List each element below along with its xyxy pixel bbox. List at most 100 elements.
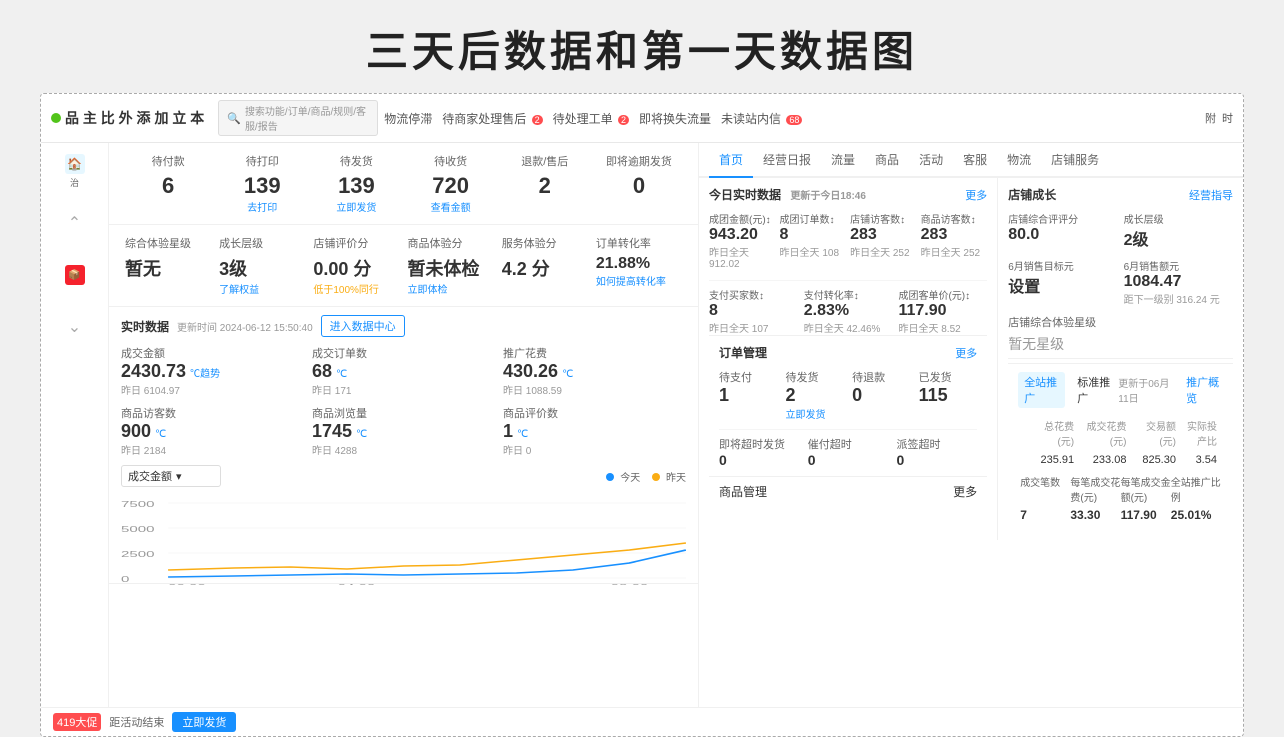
- m-prev: 昨日 6104.97: [121, 382, 304, 397]
- order-mgmt: 订单管理 更多 待支付 1 待发货 2 立即发货: [709, 335, 987, 476]
- dg-value: 8: [780, 226, 847, 244]
- th-roi: 实际投产比: [1182, 416, 1221, 450]
- m-link[interactable]: ℃: [562, 369, 573, 380]
- promo-overview-link[interactable]: 推广概览: [1186, 374, 1223, 406]
- today-data-section: 今日实时数据 更新于今日18:46 更多: [709, 186, 987, 203]
- m-link[interactable]: ℃趋势: [190, 365, 220, 380]
- stat-daish: 待收货 720 查看金额: [404, 153, 498, 214]
- chart-legend: 今天 昨天: [606, 469, 686, 484]
- stat-link[interactable]: 查看金额: [404, 199, 498, 214]
- m-link[interactable]: ℃: [155, 429, 166, 440]
- chart-left: 成交金额 ▾ 今天 昨天: [121, 465, 686, 575]
- th-trade-amount: 交易额(元): [1132, 416, 1180, 450]
- dg-prev: 昨日全天 252: [921, 244, 988, 259]
- promo-tab-standard[interactable]: 标准推广: [1071, 372, 1118, 408]
- tab-product[interactable]: 商品: [865, 143, 909, 178]
- main-content: 🏠 治 ⌃ 📦 ⌄ 待付款 6: [41, 143, 1243, 707]
- promo-meta: 更新于06月11日 推广概览: [1118, 374, 1223, 406]
- chart-dropdown[interactable]: 成交金额 ▾: [121, 465, 221, 487]
- stat-tkyh: 退款/售后 2: [498, 153, 592, 214]
- stat-link[interactable]: 立即发货: [309, 199, 403, 214]
- td-values: 7 33.30 117.90 25.01%: [1020, 508, 1221, 522]
- nav-right-item2[interactable]: 时: [1222, 110, 1233, 126]
- star-label: 店铺综合体验星级: [1008, 314, 1233, 330]
- svg-text:7500: 7500: [121, 500, 155, 509]
- tab-service[interactable]: 客服: [953, 143, 997, 178]
- r-value: 4.2 分: [502, 255, 588, 281]
- dg-value: 8: [709, 302, 798, 320]
- page-title-area: 三天后数据和第一天数据图: [0, 0, 1284, 93]
- nav-item-label: 未读站内信: [721, 112, 781, 126]
- r-sub[interactable]: 如何提高转化率: [596, 273, 682, 288]
- og-value: 0: [852, 385, 911, 406]
- metric-promo: 推广花费 430.26 ℃ 昨日 1088.59: [503, 345, 686, 397]
- badge-message: 68: [786, 115, 802, 125]
- tab-flow[interactable]: 流量: [821, 143, 865, 178]
- nav-item-logistics[interactable]: 物流停滞: [384, 110, 432, 127]
- bottom-bar: 419大促 距活动结束 立即发货: [41, 707, 1243, 736]
- th-trade-cost: 成交花费(元): [1080, 416, 1130, 450]
- sg-item-level: 成长层级 2级: [1124, 211, 1233, 250]
- promo-tab-all[interactable]: 全站推广: [1018, 372, 1065, 408]
- stat-daifh: 待发货 139 立即发货: [309, 153, 403, 214]
- sidebar-icon-arrow[interactable]: ⌃: [55, 203, 95, 243]
- order-more-link[interactable]: 更多: [955, 345, 977, 361]
- metric-reviews: 商品评价数 1 ℃ 昨日 0: [503, 405, 686, 457]
- rating-service: 服务体验分 4.2 分: [498, 235, 592, 281]
- sg-link[interactable]: 经营指导: [1189, 187, 1233, 203]
- enter-data-center-button[interactable]: 进入数据中心: [321, 315, 405, 337]
- sg-title: 店铺成长: [1008, 186, 1056, 203]
- r2-val4: 25.01%: [1171, 508, 1221, 522]
- sidebar-icon-home[interactable]: 🏠 治: [55, 151, 95, 191]
- data-grid: 成团金额(元)↕ 943.20 昨日全天 912.02 成团订单数↕ 8 昨日全…: [709, 211, 987, 270]
- stat-value: 139: [215, 173, 309, 199]
- nav-item-message[interactable]: 未读站内信 68: [721, 110, 802, 127]
- prod-more-link[interactable]: 更多: [953, 483, 977, 500]
- r-sub[interactable]: 了解权益: [219, 281, 305, 296]
- shop-growth: 店铺成长 经营指导 店铺综合评评分 80.0 成长层级 2级: [1008, 186, 1233, 354]
- dg-cell-orders: 成团订单数↕ 8 昨日全天 108: [780, 211, 847, 270]
- m-value: 68: [312, 361, 332, 382]
- tab-logistics[interactable]: 物流: [997, 143, 1041, 178]
- stat-link[interactable]: 去打印: [215, 199, 309, 214]
- nav-item-aftersale[interactable]: 待商家处理售后 2: [442, 110, 542, 127]
- bottom-btn[interactable]: 立即发货: [172, 712, 236, 732]
- r-sub[interactable]: 立即体检: [408, 281, 494, 296]
- m-link[interactable]: ℃: [356, 429, 367, 440]
- promo-section: 全站推广 标准推广 更新于06月11日 推广概览: [1008, 363, 1233, 532]
- m-value: 1: [503, 421, 513, 442]
- sidebar-icon-arrow2[interactable]: ⌄: [55, 307, 95, 347]
- r2-val2: 33.30: [1070, 508, 1120, 522]
- nav-item-flow[interactable]: 即将换失流量: [639, 110, 711, 127]
- r-warn: 低于100%同行: [313, 281, 399, 296]
- sidebar-icon-red[interactable]: 📦: [55, 255, 95, 295]
- r-value: 暂未体检: [408, 255, 494, 281]
- r2-val1: 7: [1020, 508, 1070, 522]
- promo-table-row2-labels: 成交笔数 每笔成交花费(元) 每笔成交金额(元) 全站推广比例: [1020, 470, 1221, 506]
- tab-shopservice[interactable]: 店铺服务: [1041, 143, 1109, 178]
- og-value: 0: [896, 452, 977, 468]
- m-prev: 昨日 0: [503, 442, 686, 457]
- m-link[interactable]: ℃: [336, 369, 347, 380]
- top-nav: 品 主 比 外 添 加 立 本 🔍 搜索功能/订单/商品/规则/客服/报告 物流…: [41, 94, 1243, 143]
- r-label: 成长层级: [219, 235, 305, 251]
- r2-label2: 每笔成交花费(元): [1070, 474, 1120, 504]
- m-link[interactable]: ℃: [517, 429, 528, 440]
- sg-label: 6月销售目标元: [1008, 258, 1117, 273]
- tab-daily[interactable]: 经营日报: [753, 143, 821, 178]
- order-grid: 待支付 1 待发货 2 立即发货 待退款 0: [719, 369, 977, 421]
- tab-activity[interactable]: 活动: [909, 143, 953, 178]
- og-cell-sign: 派签超时 0: [896, 436, 977, 468]
- more-link[interactable]: 更多: [965, 187, 987, 203]
- sg-value-link[interactable]: 设置: [1008, 273, 1117, 297]
- m-label: 成交金额: [121, 345, 304, 361]
- row2-values-grid: 7 33.30 117.90 25.01%: [1020, 508, 1221, 522]
- nav-item-workorder[interactable]: 待处理工单 2: [553, 110, 629, 127]
- nav-right-item1[interactable]: 附: [1205, 110, 1216, 126]
- tab-home[interactable]: 首页: [709, 143, 753, 178]
- r2-label1: 成交笔数: [1020, 474, 1070, 504]
- og-link[interactable]: 立即发货: [786, 406, 845, 421]
- promo-table-header: 总花费(元) 成交花费(元) 交易额(元) 实际投产比: [1020, 416, 1221, 450]
- search-bar[interactable]: 🔍 搜索功能/订单/商品/规则/客服/报告: [218, 100, 378, 136]
- dg-cell-arpu: 成团客单价(元)↕ 117.90 昨日全天 8.52: [898, 287, 987, 335]
